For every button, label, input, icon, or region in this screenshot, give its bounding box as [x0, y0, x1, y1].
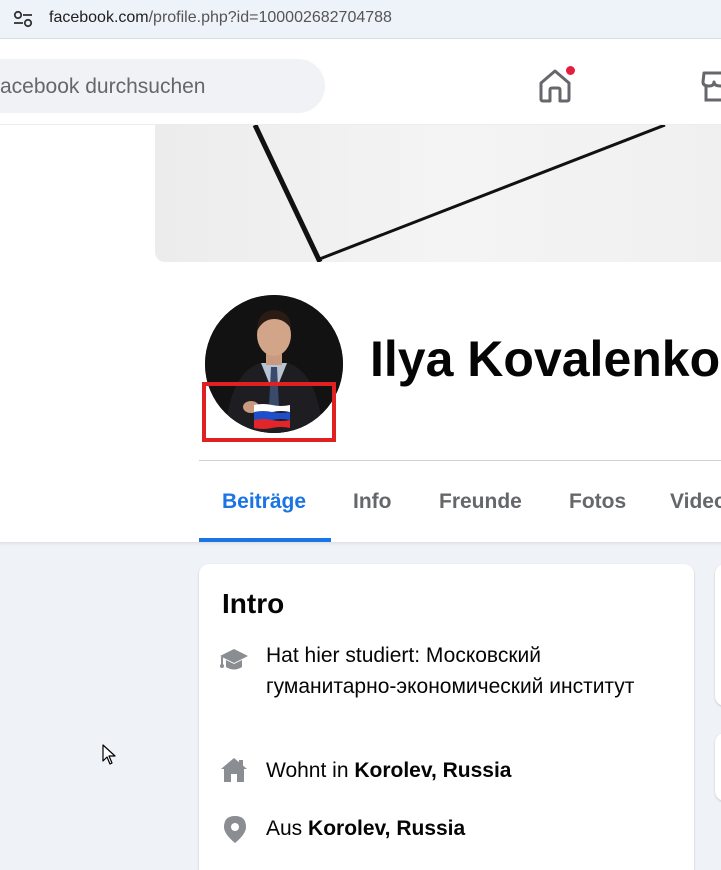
tab-beitraege[interactable]: Beiträge	[222, 490, 306, 514]
side-card-bottom	[715, 733, 721, 801]
tab-info[interactable]: Info	[353, 490, 391, 514]
education-icon	[220, 649, 248, 670]
store-icon[interactable]	[700, 69, 721, 103]
profile-name: Ilya Kovalenko	[370, 331, 721, 387]
facebook-top-nav: acebook durchsuchen	[0, 39, 721, 125]
search-input[interactable]: acebook durchsuchen	[0, 59, 325, 113]
tab-freunde[interactable]: Freunde	[439, 490, 522, 514]
url-host: facebook.com	[49, 9, 149, 26]
intro-title: Intro	[222, 588, 285, 619]
house-icon	[221, 758, 247, 782]
notification-dot	[565, 65, 576, 76]
url-path: /profile.php?id=100002682704788	[148, 9, 392, 26]
hometown-row: Aus Korolev, Russia	[266, 813, 666, 844]
header-shadow	[0, 542, 721, 546]
search-placeholder: acebook durchsuchen	[0, 75, 206, 98]
location-pin-icon	[224, 816, 246, 843]
lives-in-row: Wohnt in Korolev, Russia	[266, 755, 666, 786]
cover-photo[interactable]	[155, 125, 721, 262]
tab-videos[interactable]: Video	[670, 490, 721, 514]
lives-in-prefix: Wohnt in	[266, 759, 355, 782]
side-card-top	[715, 564, 721, 706]
cover-photo-drawing	[252, 125, 666, 262]
lives-in-city[interactable]: Korolev, Russia	[354, 759, 511, 782]
mouse-cursor-icon	[102, 744, 116, 765]
highlight-annotation-box	[202, 382, 336, 442]
intro-card: Intro Hat hier studiert: Московский гума…	[199, 564, 694, 870]
education-prefix: Hat hier studiert:	[266, 644, 426, 667]
header-divider	[199, 460, 721, 461]
tab-fotos[interactable]: Fotos	[569, 490, 626, 514]
education-row: Hat hier studiert: Московский гуманитарн…	[266, 640, 666, 702]
hometown-prefix: Aus	[266, 817, 309, 840]
url-text[interactable]: facebook.com/profile.php?id=100002682704…	[49, 9, 392, 27]
browser-address-bar[interactable]: facebook.com/profile.php?id=100002682704…	[0, 0, 721, 38]
hometown-city[interactable]: Korolev, Russia	[308, 817, 465, 840]
site-settings-icon[interactable]	[12, 9, 34, 29]
